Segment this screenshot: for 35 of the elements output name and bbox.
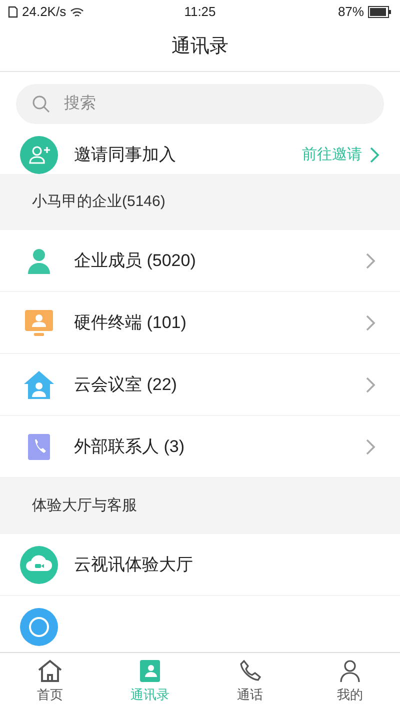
chevron-icon — [370, 147, 380, 163]
list-item[interactable]: 企业成员 (5020) — [0, 230, 400, 292]
sim-icon — [8, 6, 18, 18]
tab[interactable]: 首页 — [0, 653, 100, 710]
add-person-icon — [20, 136, 58, 174]
battery-level: 87% — [338, 3, 364, 22]
phone-book-icon — [26, 432, 52, 460]
page-title: 通讯录 — [172, 35, 228, 60]
cloud-camera-icon — [20, 546, 58, 584]
chevron-icon — [366, 376, 376, 392]
network-speed: 24.2K/s — [22, 3, 66, 22]
contacts-icon — [138, 658, 162, 683]
list-item[interactable]: 云会议室 (22) — [0, 354, 400, 416]
battery-icon — [368, 6, 392, 18]
chevron-icon — [366, 314, 376, 330]
chevron-icon — [366, 438, 376, 454]
section-header: 体验大厅与客服 — [0, 478, 400, 534]
service-icon — [20, 608, 58, 646]
list-item[interactable]: 硬件终端 (101) — [0, 292, 400, 354]
home-icon — [37, 658, 63, 683]
person-icon — [25, 246, 53, 274]
section-header: 小马甲的企业(5146) — [0, 174, 400, 230]
tab[interactable]: 我的 — [300, 653, 400, 710]
person-icon — [338, 658, 362, 683]
search-field[interactable]: 搜索 — [16, 84, 384, 124]
search-icon — [32, 95, 50, 113]
clock: 11:25 — [184, 3, 216, 22]
phone-icon — [238, 658, 262, 683]
wifi-icon — [70, 6, 84, 18]
monitor-icon — [24, 308, 54, 336]
invite-label: 邀请同事加入 — [74, 144, 177, 166]
tab[interactable]: 通话 — [200, 653, 300, 710]
house-icon — [23, 370, 55, 400]
chevron-icon — [366, 252, 376, 268]
list-item[interactable]: 云视讯体验大厅 — [0, 534, 400, 596]
